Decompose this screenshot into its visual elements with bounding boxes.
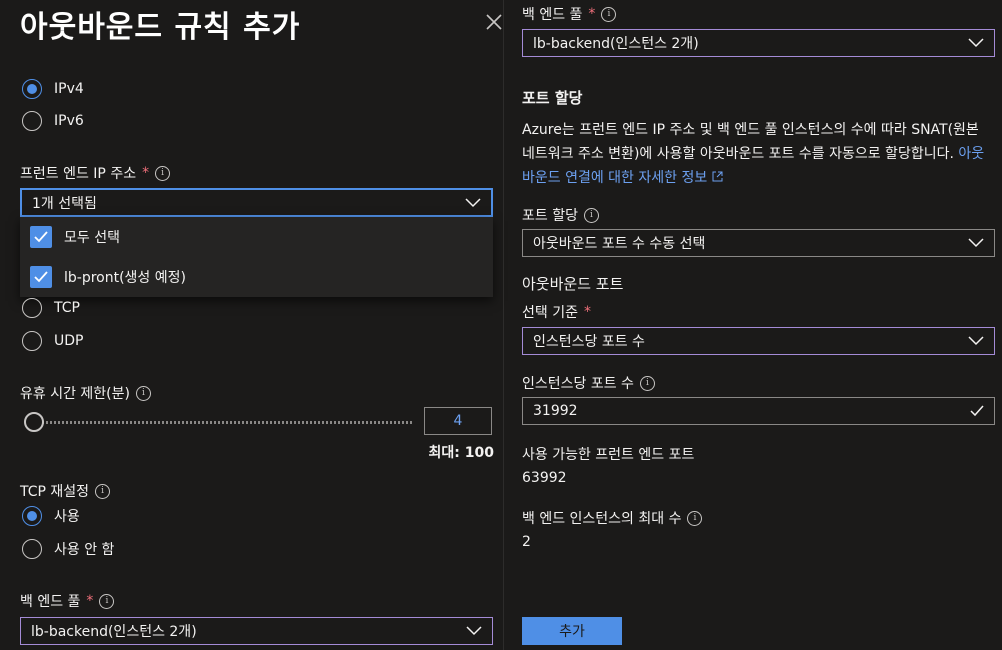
radio-button[interactable]: [22, 539, 42, 559]
radio-tcp-reset-enabled[interactable]: 사용: [22, 506, 80, 526]
radio-label: TCP: [54, 300, 80, 316]
add-button[interactable]: 추가: [522, 617, 622, 645]
selection-basis-select[interactable]: 인스턴스당 포트 수: [522, 327, 995, 355]
radio-label: 사용 안 함: [54, 542, 115, 558]
label-text: 유휴 시간 제한(분): [20, 386, 130, 402]
ports-per-instance-label: 인스턴스당 포트 수 i: [522, 373, 655, 393]
radio-ipv6[interactable]: IPv6: [22, 111, 84, 131]
chevron-down-icon: [968, 238, 984, 248]
info-icon[interactable]: i: [639, 375, 655, 391]
select-value: 인스턴스당 포트 수: [533, 334, 645, 350]
select-value: lb-backend(인스턴스 2개): [31, 624, 197, 640]
available-frontend-ports-value: 63992: [522, 470, 567, 486]
frontend-ip-dropdown: 모두 선택 lb-pront(생성 예정): [20, 217, 493, 297]
info-icon[interactable]: i: [95, 483, 111, 499]
dropdown-option-select-all[interactable]: 모두 선택: [20, 217, 493, 257]
port-allocation-label: 포트 할당 i: [522, 205, 599, 225]
select-value: 아웃바운드 포트 수 수동 선택: [533, 236, 706, 252]
radio-ipv4[interactable]: IPv4: [22, 79, 84, 99]
label-text: 백 엔드 풀: [20, 594, 81, 610]
radio-udp[interactable]: UDP: [22, 331, 83, 351]
radio-label: 사용: [54, 509, 80, 525]
checkbox[interactable]: [30, 226, 52, 248]
radio-label: UDP: [54, 333, 84, 349]
right-backend-pool-select[interactable]: lb-backend(인스턴스 2개): [522, 29, 995, 57]
info-icon[interactable]: i: [583, 207, 599, 223]
select-value: 1개 선택됨: [32, 195, 97, 212]
chevron-up-icon: [465, 197, 481, 207]
info-icon[interactable]: i: [155, 165, 171, 181]
checkmark-icon: [34, 271, 48, 283]
dropdown-option-lb-pront[interactable]: lb-pront(생성 예정): [20, 257, 493, 297]
chevron-down-icon: [466, 626, 482, 636]
description-text: Azure는 프런트 엔드 IP 주소 및 백 엔드 풀 인스턴스의 수에 따라…: [522, 122, 979, 162]
ports-per-instance-input[interactable]: 31992: [522, 397, 995, 425]
info-icon[interactable]: i: [687, 510, 703, 526]
available-frontend-ports-label: 사용 가능한 프런트 엔드 포트: [522, 447, 695, 463]
required-marker: *: [583, 304, 591, 320]
info-icon[interactable]: i: [135, 385, 151, 401]
tcp-reset-label: TCP 재설정 i: [20, 481, 111, 501]
port-allocation-header: 포트 할당: [522, 89, 583, 107]
label-text: 백 엔드 인스턴스의 최대 수: [522, 511, 682, 527]
radio-button[interactable]: [22, 331, 42, 351]
idle-timeout-input[interactable]: 4: [424, 407, 492, 435]
checkbox[interactable]: [30, 266, 52, 288]
close-icon[interactable]: [484, 12, 504, 32]
required-marker: *: [86, 593, 94, 609]
backend-pool-select[interactable]: lb-backend(인스턴스 2개): [20, 617, 493, 645]
label-text: 선택 기준: [522, 305, 578, 321]
port-allocation-description: Azure는 프런트 엔드 IP 주소 및 백 엔드 풀 인스턴스의 수에 따라…: [522, 118, 992, 190]
label-text: TCP 재설정: [20, 484, 90, 500]
chevron-down-icon: [968, 336, 984, 346]
external-link-icon: [712, 171, 723, 182]
label-text: 포트 할당: [522, 208, 578, 224]
idle-timeout-label: 유휴 시간 제한(분) i: [20, 383, 151, 403]
option-label: lb-pront(생성 예정): [64, 270, 186, 286]
radio-button[interactable]: [22, 506, 42, 526]
backend-pool-label: 백 엔드 풀 * i: [20, 591, 115, 611]
info-icon[interactable]: i: [99, 593, 115, 609]
frontend-ip-select[interactable]: 1개 선택됨: [20, 188, 493, 217]
idle-timeout-slider-track[interactable]: [34, 421, 412, 424]
right-backend-pool-label: 백 엔드 풀 * i: [522, 4, 617, 24]
input-value: 31992: [533, 403, 578, 419]
radio-button[interactable]: [22, 298, 42, 318]
selection-basis-label: 선택 기준 *: [522, 302, 591, 322]
required-marker: *: [588, 6, 596, 22]
panel-divider: [503, 0, 504, 650]
radio-tcp[interactable]: TCP: [22, 298, 80, 318]
panel-title: 아웃바운드 규칙 추가: [20, 10, 301, 45]
select-value: lb-backend(인스턴스 2개): [533, 36, 699, 52]
outbound-ports-header: 아웃바운드 포트: [522, 275, 624, 293]
radio-tcp-reset-disabled[interactable]: 사용 안 함: [22, 539, 114, 559]
radio-button[interactable]: [22, 79, 42, 99]
label-text: 백 엔드 풀: [522, 7, 583, 23]
idle-timeout-max: 최대: 100: [428, 445, 494, 461]
frontend-ip-label: 프런트 엔드 IP 주소 * i: [20, 163, 171, 183]
label-text: 프런트 엔드 IP 주소: [20, 166, 137, 182]
port-allocation-select[interactable]: 아웃바운드 포트 수 수동 선택: [522, 229, 995, 257]
chevron-down-icon: [968, 38, 984, 48]
radio-label: IPv4: [54, 81, 84, 97]
checkmark-icon: [34, 231, 48, 243]
required-marker: *: [142, 165, 150, 181]
max-backend-instances-label: 백 엔드 인스턴스의 최대 수 i: [522, 508, 703, 528]
idle-timeout-slider-thumb[interactable]: [24, 412, 44, 432]
option-label: 모두 선택: [64, 230, 120, 246]
max-backend-instances-value: 2: [522, 534, 531, 550]
info-icon[interactable]: i: [601, 6, 617, 22]
radio-button[interactable]: [22, 111, 42, 131]
radio-label: IPv6: [54, 113, 84, 129]
label-text: 인스턴스당 포트 수: [522, 376, 634, 392]
valid-checkmark-icon: [970, 405, 984, 417]
